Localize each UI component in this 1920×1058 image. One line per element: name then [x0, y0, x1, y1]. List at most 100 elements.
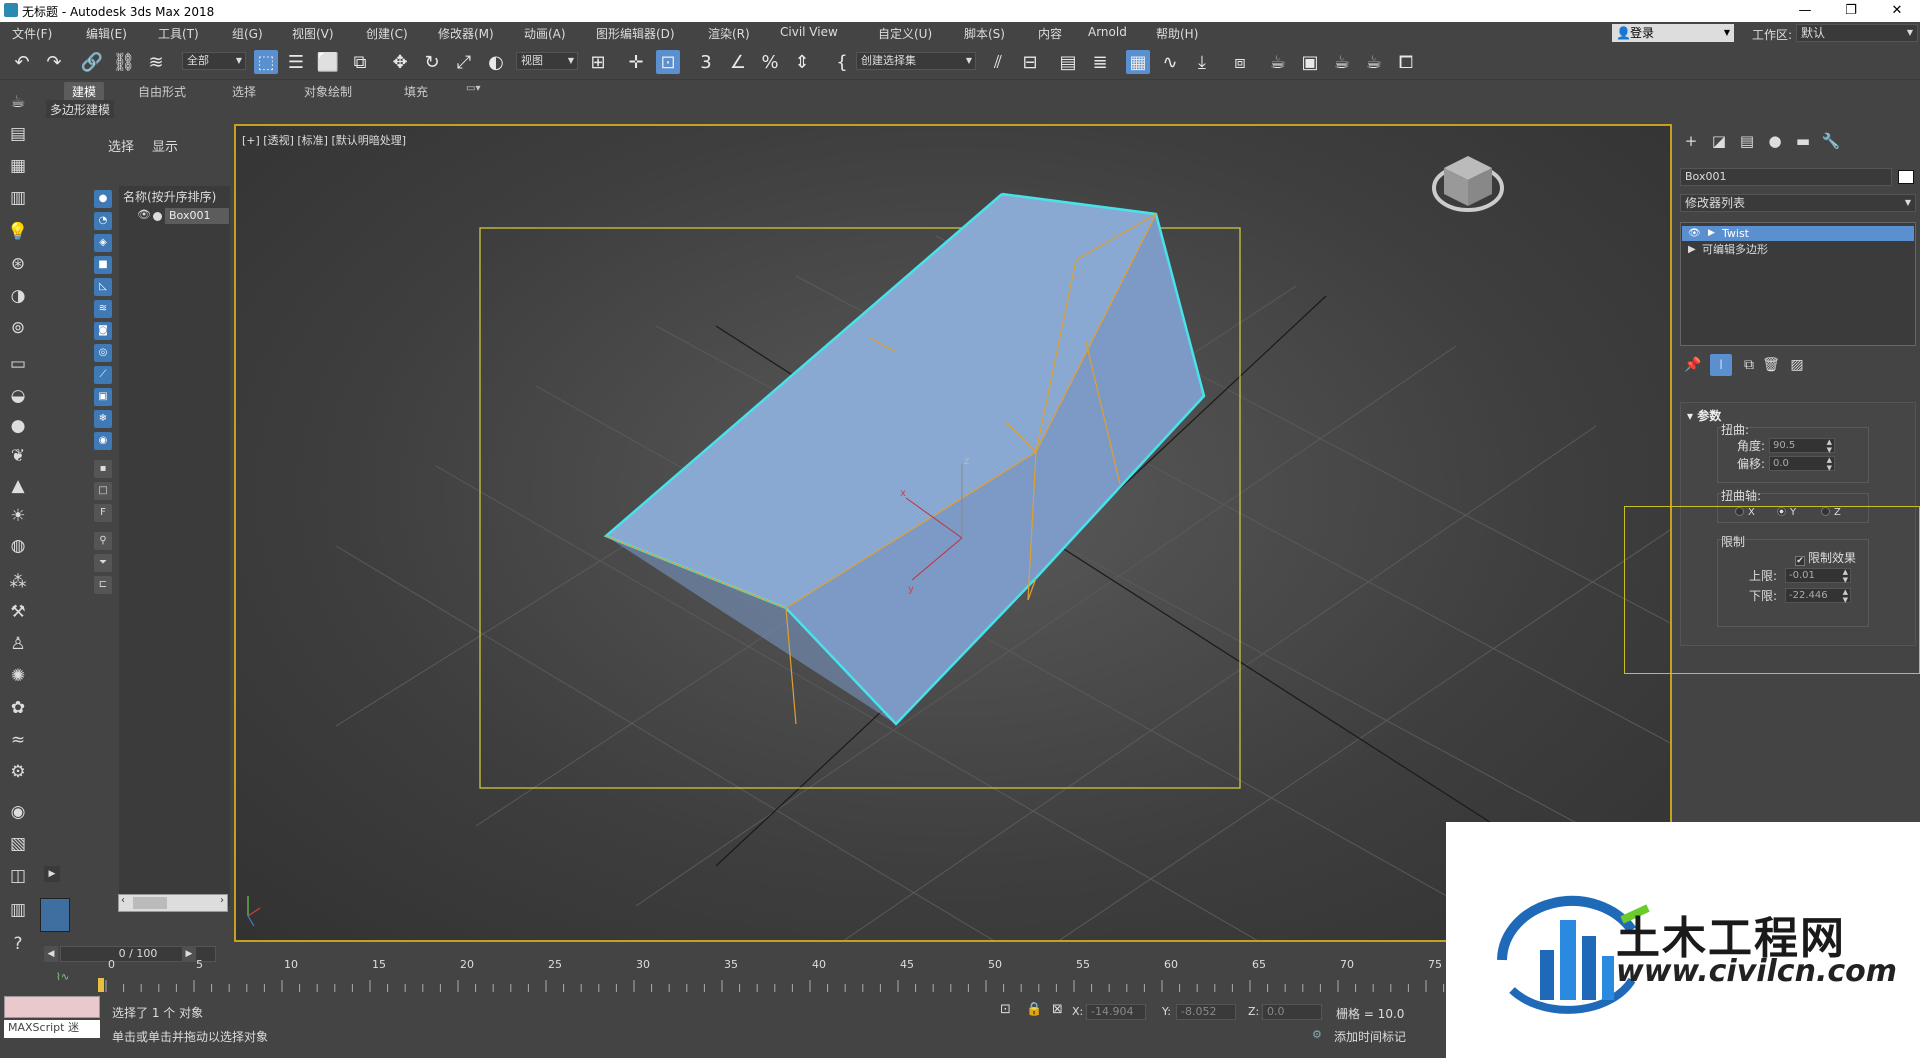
display-all-icon[interactable]: ▪	[94, 460, 112, 478]
align-icon[interactable]: ⊟	[1018, 50, 1042, 74]
render-cloud-icon[interactable]: ⧠	[1394, 50, 1418, 74]
close-button[interactable]: ✕	[1874, 0, 1920, 22]
spray-icon[interactable]: ✺	[6, 664, 30, 688]
helper-icon[interactable]: ◑	[6, 284, 30, 308]
curve-editor-toggle-icon[interactable]: ⌇∿	[56, 972, 69, 983]
y-coord-field[interactable]: -8.052	[1176, 1004, 1236, 1020]
twisted-box-object[interactable]	[603, 192, 1206, 726]
schematic-view-icon[interactable]: ⤓	[1190, 50, 1214, 74]
selection-filter-dropdown[interactable]: 全部 ▼	[182, 52, 246, 70]
ribbon-options-icon[interactable]: ▭▾	[458, 82, 488, 95]
box-icon[interactable]: ▭	[6, 352, 30, 376]
filter-spacewarps-icon[interactable]: ≋	[94, 300, 112, 318]
make-unique-icon[interactable]: ⧉	[1738, 354, 1760, 376]
minimize-button[interactable]: —	[1782, 0, 1828, 22]
menu-create[interactable]: 创建(C)	[366, 25, 408, 42]
menu-group[interactable]: 组(G)	[232, 25, 263, 42]
menu-modifiers[interactable]: 修改器(M)	[438, 25, 494, 42]
material-editor-icon[interactable]: ⧈	[1228, 50, 1252, 74]
scene-tab-display[interactable]: 显示	[152, 136, 178, 155]
filter-shapes-icon[interactable]: ◔	[94, 212, 112, 230]
menu-arnold[interactable]: Arnold	[1088, 25, 1127, 39]
snap-3d-icon[interactable]: 3	[694, 50, 718, 74]
lock-icon[interactable]: 🔒	[1026, 1002, 1042, 1017]
eye-icon[interactable]: 👁	[137, 208, 151, 221]
menu-graph-editors[interactable]: 图形编辑器(D)	[596, 25, 675, 42]
cone-icon[interactable]: ▲	[6, 474, 30, 498]
menu-civil-view[interactable]: Civil View	[780, 25, 838, 39]
gear-icon[interactable]: ⚙	[6, 760, 30, 784]
ribbon-tab-modeling[interactable]: 建模	[64, 82, 105, 101]
material-ball-icon[interactable]: ◉	[6, 800, 30, 824]
menu-content[interactable]: 内容	[1038, 25, 1062, 42]
viewcube[interactable]	[1432, 156, 1504, 212]
light-icon[interactable]: 💡	[6, 220, 30, 244]
absolute-mode-icon[interactable]: ⊠	[1052, 1002, 1063, 1017]
placement-icon[interactable]: ◐	[484, 50, 508, 74]
unlink-icon[interactable]: ⛓	[112, 50, 136, 74]
maxscript-mini-listener[interactable]: MAXScript 迷	[4, 1020, 100, 1038]
display-tab-icon[interactable]: ▬	[1792, 130, 1814, 152]
window-crossing-icon[interactable]: ⧉	[348, 50, 372, 74]
render-icon[interactable]: ⊚	[6, 316, 30, 340]
select-object-icon[interactable]: ⬚	[254, 50, 278, 74]
sort-icon[interactable]: ▥	[6, 186, 30, 210]
scene-tab-select[interactable]: 选择	[108, 136, 134, 155]
stack-item-twist[interactable]: 👁 ▶ Twist	[1682, 226, 1914, 241]
expand-arrow-icon[interactable]: ▶	[1688, 242, 1696, 257]
restore-button[interactable]: ❐	[1828, 0, 1874, 22]
viewport-layout-icon[interactable]: ▥	[6, 898, 30, 922]
sphere-icon[interactable]: ●	[6, 414, 30, 438]
link-icon[interactable]: 🔗	[80, 50, 104, 74]
undo-icon[interactable]: ↶	[10, 50, 34, 74]
show-end-result-icon[interactable]: ⏽	[1710, 354, 1732, 376]
spinner-arrows-icon[interactable]: ▲ ▼	[1827, 456, 1832, 472]
sun-icon[interactable]: ☀	[6, 504, 30, 528]
eye-icon[interactable]: 👁	[1688, 226, 1701, 241]
mirror-icon[interactable]: ⫽	[986, 50, 1010, 74]
ribbon-tab-object-paint[interactable]: 对象绘制	[296, 82, 360, 101]
help-icon[interactable]: ?	[6, 932, 30, 956]
menu-edit[interactable]: 编辑(E)	[86, 25, 127, 42]
time-tag-icon[interactable]: ⚙	[1312, 1028, 1322, 1041]
camera-icon[interactable]: ⊛	[6, 252, 30, 276]
hierarchy-tab-icon[interactable]: ▤	[1736, 130, 1758, 152]
pivot-center-icon[interactable]: ⊞	[586, 50, 610, 74]
next-frame-icon[interactable]: ▶	[182, 946, 196, 962]
menu-scripting[interactable]: 脚本(S)	[964, 25, 1005, 42]
angle-snap-icon[interactable]: ∠	[726, 50, 750, 74]
particle-icon[interactable]: ⁂	[6, 570, 30, 594]
object-name-field[interactable]: Box001	[1680, 168, 1892, 186]
render-setup-icon[interactable]: ☕	[1266, 50, 1290, 74]
edit-named-selection-icon[interactable]: {	[830, 50, 854, 74]
workspace-dropdown[interactable]: 默认 ▼	[1796, 24, 1918, 42]
bind-spacewarp-icon[interactable]: ≋	[144, 50, 168, 74]
scrollbar-thumb[interactable]	[133, 897, 167, 909]
bias-spinner[interactable]: 0.0 ▲ ▼	[1769, 456, 1835, 472]
ribbon-tab-selection[interactable]: 选择	[224, 82, 264, 101]
scene-explorer-toggle-icon[interactable]: ▤	[6, 122, 30, 146]
filter-bones-icon[interactable]: ⟋	[94, 366, 112, 384]
maxscript-listener[interactable]	[4, 996, 100, 1018]
rect-selection-icon[interactable]: ⬜	[316, 50, 340, 74]
filter-containers-icon[interactable]: ▣	[94, 388, 112, 406]
list-item[interactable]: 👁 Box001	[119, 208, 230, 224]
plant-icon[interactable]: ✿	[6, 696, 30, 720]
angle-spinner[interactable]: 90.5 ▲ ▼	[1769, 438, 1835, 454]
scroll-right-icon[interactable]: ›	[220, 895, 224, 906]
layer-explorer-icon[interactable]: ≣	[1088, 50, 1112, 74]
filter-geometry-icon[interactable]: ●	[94, 190, 112, 208]
rendered-frame-icon[interactable]: ▣	[1298, 50, 1322, 74]
keyboard-shortcut-icon[interactable]: ⊡	[656, 50, 680, 74]
login-dropdown[interactable]: 👤 登录 ▼	[1612, 24, 1734, 42]
menu-animation[interactable]: 动画(A)	[524, 25, 566, 42]
teapot-icon[interactable]: ☕	[6, 90, 30, 114]
scene-explorer-icon[interactable]: ▤	[1056, 50, 1080, 74]
move-icon[interactable]: ✥	[388, 50, 412, 74]
filter-hidden-icon[interactable]: ◉	[94, 432, 112, 450]
tool-icon[interactable]: ⚒	[6, 600, 30, 624]
filter-xrefs-icon[interactable]: ◎	[94, 344, 112, 362]
scale-icon[interactable]: ⤢	[452, 50, 476, 74]
stack-item-editable-poly[interactable]: ▶ 可编辑多边形	[1682, 242, 1914, 257]
layer-icon[interactable]: ▦	[6, 154, 30, 178]
